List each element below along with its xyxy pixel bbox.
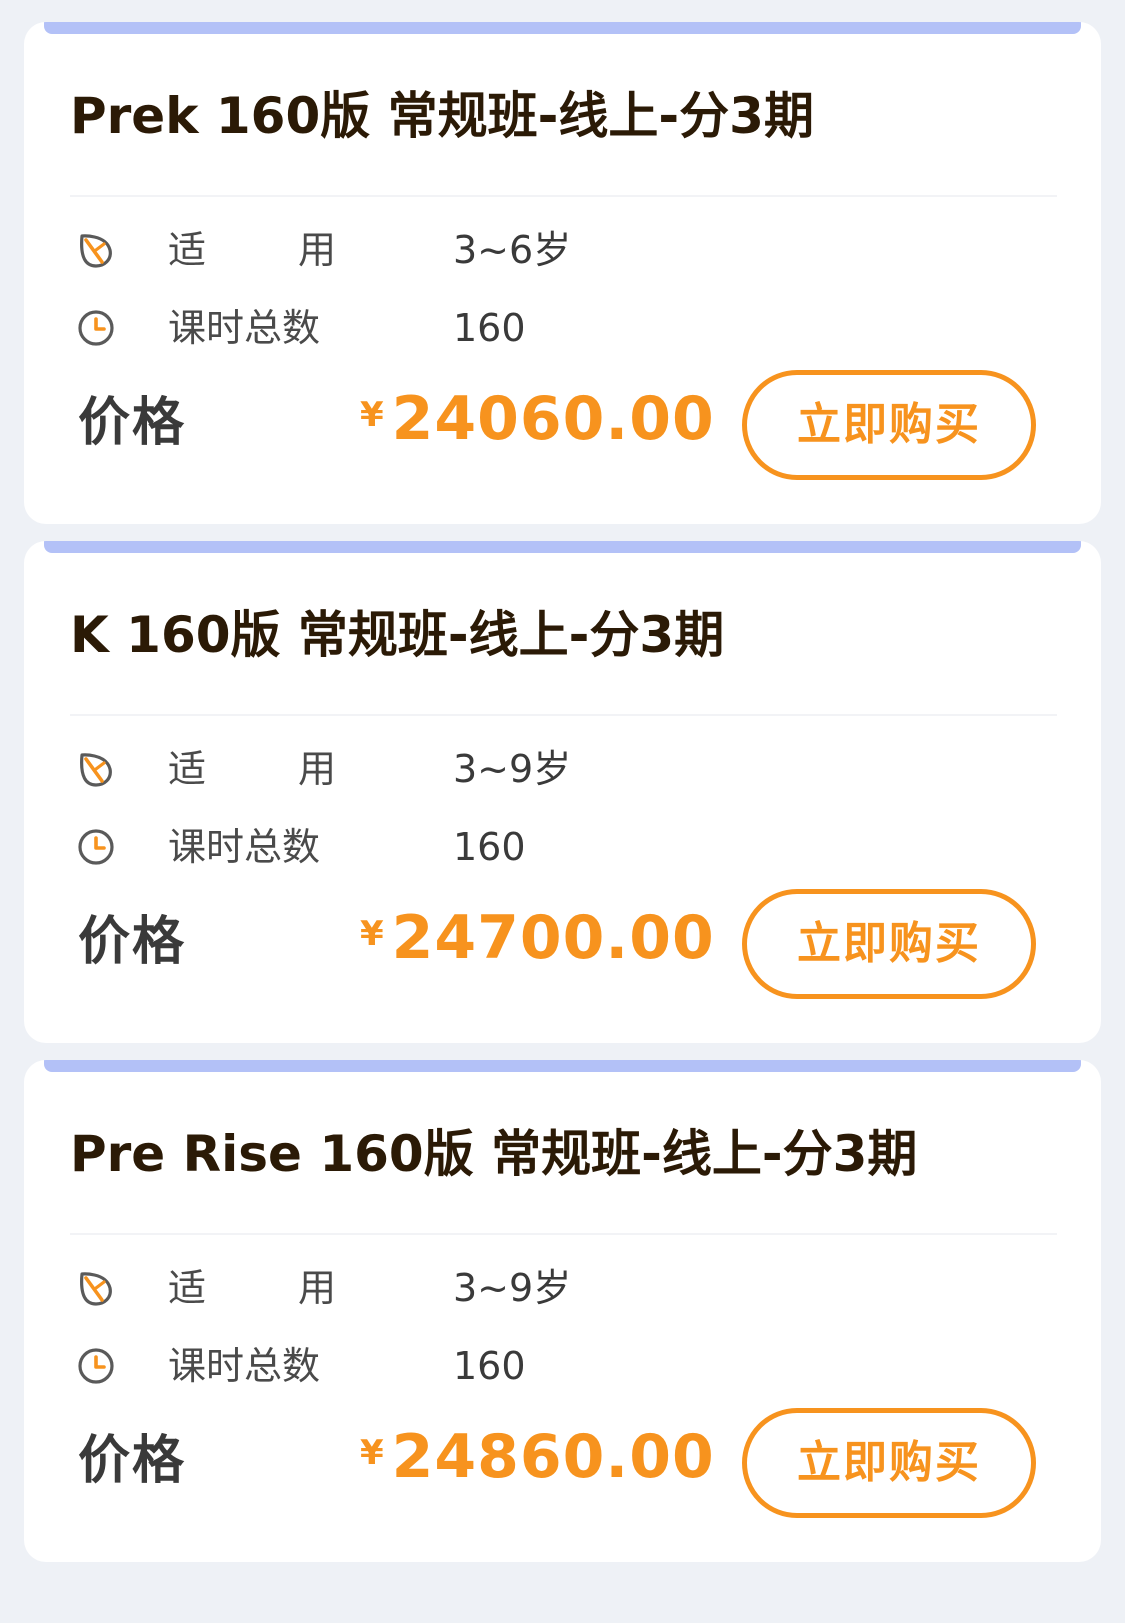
hours-label: 课时总数 <box>168 825 321 869</box>
clock-icon <box>76 1346 116 1386</box>
age-label: 适 用 <box>168 1264 336 1312</box>
hours-label: 课时总数 <box>168 1344 321 1388</box>
course-title: Prek 160版 常规班-线上-分3期 <box>70 87 814 145</box>
age-label: 适 用 <box>168 745 336 793</box>
price-amount: 24860.00 <box>391 1422 715 1492</box>
hours-label: 课时总数 <box>168 306 321 350</box>
divider <box>70 1233 1057 1235</box>
leaf-icon <box>76 1268 116 1308</box>
course-title: Pre Rise 160版 常规班-线上-分3期 <box>70 1125 918 1183</box>
currency-symbol: ¥ <box>360 1433 384 1473</box>
hours-value: 160 <box>453 1344 526 1388</box>
hours-value: 160 <box>453 825 526 869</box>
currency-symbol: ¥ <box>360 395 384 435</box>
course-card: K 160版 常规班-线上-分3期 适 用 3~9岁 课时总数 160 价格 ¥… <box>24 541 1101 1043</box>
age-label-part: 用 <box>297 228 336 272</box>
price: ¥24860.00 <box>360 1422 715 1492</box>
card-top-accent-bar <box>44 22 1081 34</box>
buy-now-button[interactable]: 立即购买 <box>742 1408 1036 1518</box>
age-row: 适 用 3~9岁 <box>76 1264 676 1312</box>
age-row: 适 用 3~9岁 <box>76 745 676 793</box>
price-amount: 24700.00 <box>391 903 715 973</box>
buy-now-button[interactable]: 立即购买 <box>742 370 1036 480</box>
clock-icon <box>76 827 116 867</box>
age-value: 3~9岁 <box>453 747 572 791</box>
age-label-part: 适 <box>168 1266 207 1310</box>
hours-row: 课时总数 160 <box>76 823 676 871</box>
course-title: K 160版 常规班-线上-分3期 <box>70 606 725 664</box>
age-value: 3~6岁 <box>453 228 572 272</box>
clock-icon <box>76 308 116 348</box>
leaf-icon <box>76 749 116 789</box>
card-top-accent-bar <box>44 1060 1081 1072</box>
hours-row: 课时总数 160 <box>76 1342 676 1390</box>
course-card: Prek 160版 常规班-线上-分3期 适 用 3~6岁 课时总数 160 价… <box>24 22 1101 524</box>
hours-row: 课时总数 160 <box>76 304 676 352</box>
leaf-icon <box>76 230 116 270</box>
hours-value: 160 <box>453 306 526 350</box>
price: ¥24700.00 <box>360 903 715 973</box>
age-label-part: 用 <box>297 1266 336 1310</box>
course-card: Pre Rise 160版 常规班-线上-分3期 适 用 3~9岁 课时总数 1… <box>24 1060 1101 1562</box>
age-label-part: 适 <box>168 228 207 272</box>
currency-symbol: ¥ <box>360 914 384 954</box>
age-label-part: 适 <box>168 747 207 791</box>
age-value: 3~9岁 <box>453 1266 572 1310</box>
divider <box>70 714 1057 716</box>
age-row: 适 用 3~6岁 <box>76 226 676 274</box>
price-label: 价格 <box>78 393 187 453</box>
price-label: 价格 <box>78 1431 187 1491</box>
price-amount: 24060.00 <box>391 384 715 454</box>
price-label: 价格 <box>78 912 187 972</box>
card-top-accent-bar <box>44 541 1081 553</box>
buy-now-button[interactable]: 立即购买 <box>742 889 1036 999</box>
divider <box>70 195 1057 197</box>
age-label: 适 用 <box>168 226 336 274</box>
age-label-part: 用 <box>297 747 336 791</box>
price: ¥24060.00 <box>360 384 715 454</box>
